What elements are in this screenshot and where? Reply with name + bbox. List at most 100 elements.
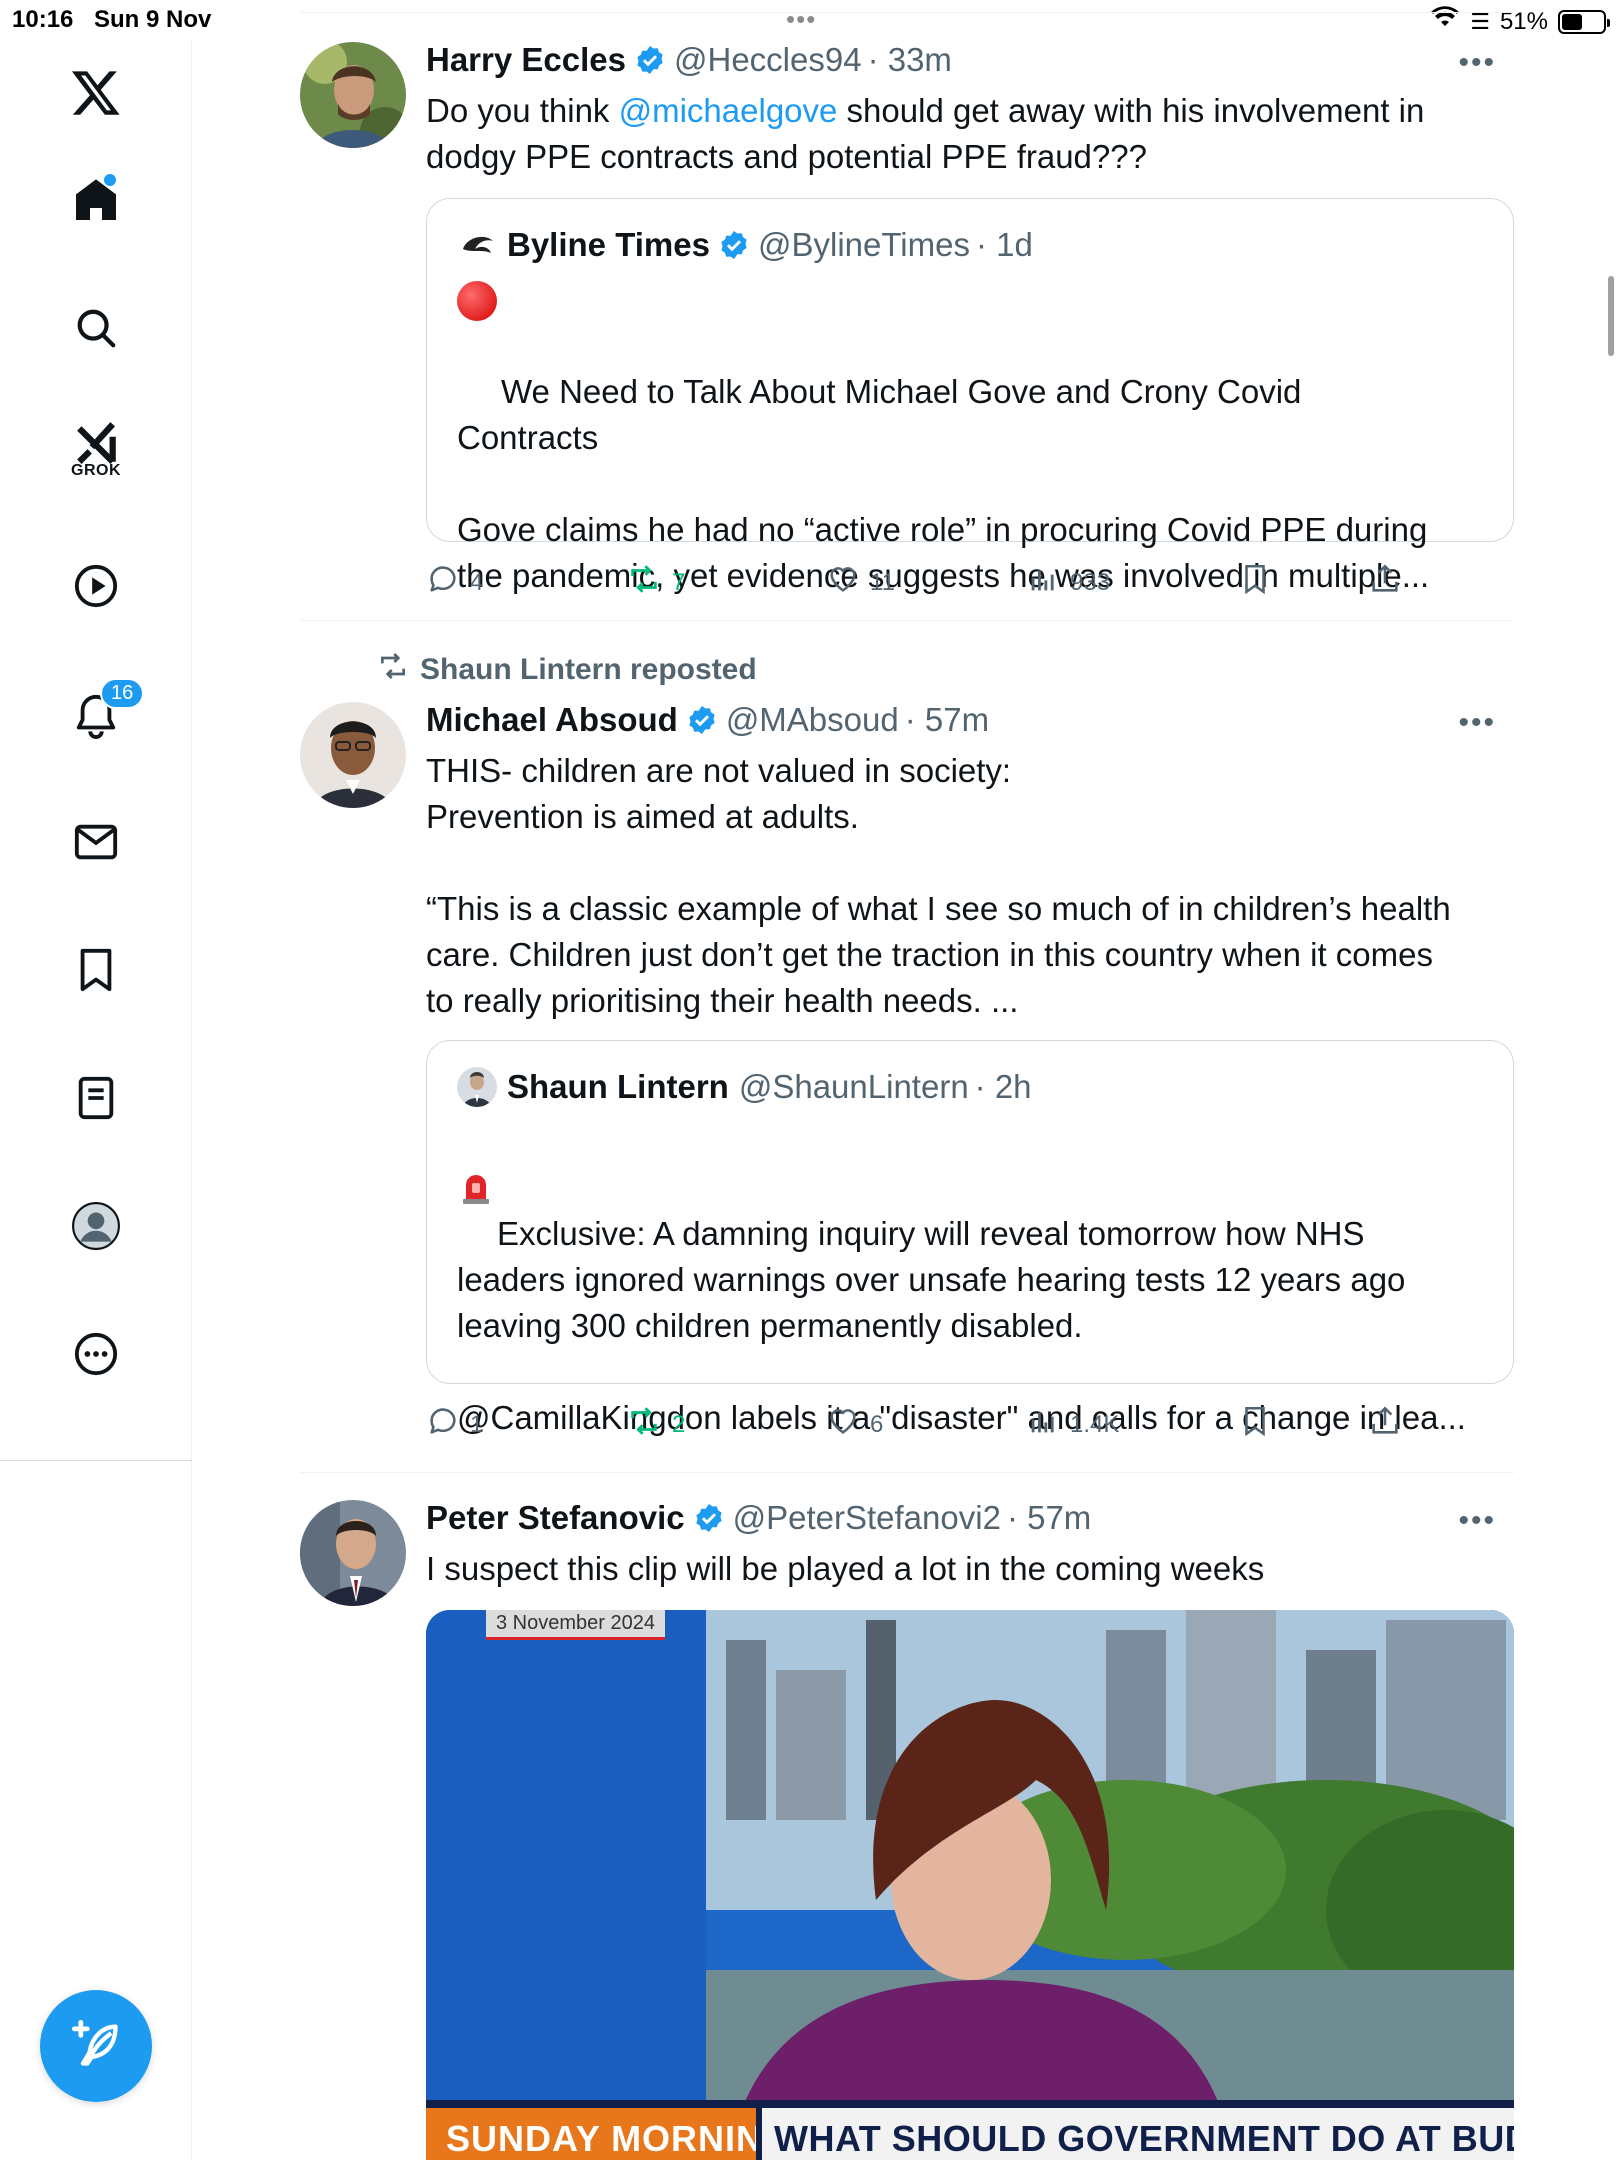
reply-icon bbox=[426, 1404, 460, 1445]
quoted-avatar bbox=[457, 225, 497, 265]
author-handle[interactable]: @PeterStefanovi2 bbox=[733, 1499, 1001, 1537]
sidebar-item-profile[interactable] bbox=[66, 1198, 126, 1258]
quoted-author-handle: @ShaunLintern bbox=[738, 1068, 969, 1105]
author-name[interactable]: Harry Eccles bbox=[426, 41, 626, 79]
more-options-icon[interactable]: ••• bbox=[1458, 1504, 1496, 1538]
repost-button[interactable]: 7 bbox=[626, 562, 685, 603]
tweet-text: THIS- children are not valued in society… bbox=[426, 752, 1451, 1019]
sidebar-item-messages[interactable] bbox=[66, 814, 126, 874]
repost-icon bbox=[626, 1404, 662, 1445]
tweet-video[interactable]: 3 November 2024 SUNDAY MORNING WHAT SHOU… bbox=[426, 1610, 1514, 2160]
tweet-header: Harry Eccles @Heccles94 · 33m bbox=[426, 40, 1514, 80]
quoted-tweet-time: · 2h bbox=[974, 1068, 1032, 1105]
avatar[interactable] bbox=[300, 702, 406, 808]
like-count: 6 bbox=[870, 1410, 884, 1438]
reply-count: 1 bbox=[470, 1410, 484, 1438]
bookmark-icon bbox=[1238, 562, 1272, 603]
home-unread-dot bbox=[104, 174, 116, 186]
status-bar: 10:16 Sun 9 Nov ••• ☰ 51% bbox=[0, 0, 1620, 40]
sidebar-item-lists[interactable] bbox=[66, 1070, 126, 1130]
bookmark-icon bbox=[1238, 1404, 1272, 1445]
avatar[interactable] bbox=[300, 42, 406, 148]
feed-divider bbox=[300, 620, 1514, 621]
reply-button[interactable]: 1 bbox=[426, 1404, 483, 1445]
quoted-tweet[interactable]: Shaun Lintern @ShaunLintern · 2h Exclusi… bbox=[426, 1040, 1514, 1436]
quoted-author-name: Shaun Lintern bbox=[507, 1068, 729, 1105]
quoted-tweet-time: · 1d bbox=[975, 226, 1033, 263]
multitasking-dots-icon[interactable]: ••• bbox=[786, 4, 816, 35]
verified-badge-icon bbox=[693, 1502, 725, 1534]
sidebar-item-video[interactable] bbox=[66, 558, 126, 618]
sidebar-item-notifications[interactable]: 16 bbox=[66, 678, 145, 748]
sidebar-item-search[interactable] bbox=[66, 300, 126, 360]
more-options-icon[interactable]: ••• bbox=[1458, 706, 1496, 740]
repost-button[interactable]: 2 bbox=[626, 1404, 685, 1445]
sidebar-item-grok[interactable]: GROK bbox=[66, 420, 126, 490]
search-icon bbox=[73, 305, 119, 356]
bookmark-button[interactable] bbox=[1238, 1404, 1272, 1445]
more-circle-icon bbox=[73, 1331, 119, 1382]
sidebar-item-bookmarks[interactable] bbox=[66, 942, 126, 1002]
view-count: 1.4K bbox=[1070, 1410, 1120, 1438]
like-count: 11 bbox=[870, 568, 895, 596]
x-logo-icon[interactable] bbox=[66, 62, 126, 122]
red-circle-icon bbox=[457, 281, 497, 321]
repost-count: 7 bbox=[672, 568, 686, 596]
analytics-bars-icon bbox=[1026, 1404, 1060, 1445]
author-name[interactable]: Michael Absoud bbox=[426, 701, 678, 739]
compose-feather-icon bbox=[70, 2018, 122, 2075]
share-icon bbox=[1368, 562, 1402, 603]
tweet-header: Peter Stefanovic @PeterStefanovi2 · 57m bbox=[426, 1498, 1514, 1538]
analytics-bars-icon bbox=[1026, 562, 1060, 603]
mention-link[interactable]: @michaelgove bbox=[619, 92, 838, 129]
repost-indicator[interactable]: Shaun Lintern reposted bbox=[376, 650, 757, 690]
bookmark-button[interactable] bbox=[1238, 562, 1272, 603]
envelope-icon bbox=[73, 819, 119, 870]
bookmark-icon bbox=[73, 947, 119, 998]
sidebar-item-more[interactable] bbox=[66, 1326, 126, 1386]
notification-count-badge: 16 bbox=[100, 678, 145, 709]
like-button[interactable]: 6 bbox=[826, 1404, 883, 1445]
tweet-time: · 57m bbox=[1006, 1499, 1092, 1536]
like-button[interactable]: 11 bbox=[826, 562, 895, 603]
siren-icon bbox=[461, 1125, 491, 1204]
scrollbar[interactable] bbox=[1608, 276, 1614, 356]
verified-badge-icon bbox=[634, 44, 666, 76]
view-count: 933 bbox=[1070, 568, 1111, 596]
share-button[interactable] bbox=[1368, 1404, 1402, 1445]
author-handle[interactable]: @MAbsoud bbox=[726, 701, 899, 739]
quoted-tweet[interactable]: Byline Times @BylineTimes · 1d We Need t… bbox=[426, 198, 1514, 594]
views-button[interactable]: 933 bbox=[1026, 562, 1110, 603]
wifi-icon bbox=[1430, 6, 1460, 37]
play-circle-icon bbox=[73, 563, 119, 614]
tweet-actions: 4 7 11 933 bbox=[426, 562, 1426, 602]
reply-button[interactable]: 4 bbox=[426, 562, 483, 603]
views-button[interactable]: 1.4K bbox=[1026, 1404, 1119, 1445]
tweet-header: Michael Absoud @MAbsoud · 57m bbox=[426, 700, 1514, 740]
reply-count: 4 bbox=[470, 568, 484, 596]
quoted-author-handle: @BylineTimes bbox=[757, 226, 970, 263]
list-icon bbox=[73, 1075, 119, 1126]
repost-count: 2 bbox=[672, 1410, 686, 1438]
heart-icon bbox=[826, 562, 860, 603]
sidebar-item-home[interactable] bbox=[66, 172, 126, 232]
more-options-icon[interactable]: ••• bbox=[1458, 46, 1496, 80]
share-icon bbox=[1368, 1404, 1402, 1445]
compose-post-button[interactable] bbox=[40, 1990, 152, 2102]
tweet-actions: 1 2 6 1.4K bbox=[426, 1404, 1426, 1444]
tweet-text: Do you think @michaelgove should get awa… bbox=[426, 88, 1514, 180]
author-handle[interactable]: @Heccles94 bbox=[674, 41, 862, 79]
tweet-time: · 57m bbox=[904, 701, 990, 738]
verified-badge-icon bbox=[718, 229, 750, 261]
heart-icon bbox=[826, 1404, 860, 1445]
tweet-time: · 33m bbox=[867, 41, 952, 78]
sidebar: GROK 16 bbox=[0, 40, 192, 2160]
author-name[interactable]: Peter Stefanovic bbox=[426, 1499, 685, 1537]
avatar[interactable] bbox=[300, 1500, 406, 1606]
tweet-text-part: Do you think bbox=[426, 92, 619, 129]
tweet-text: I suspect this clip will be played a lot… bbox=[426, 1550, 1265, 1587]
video-ticker-right: WHAT SHOULD GOVERNMENT DO AT BUDGET? bbox=[762, 2108, 1514, 2160]
share-button[interactable] bbox=[1368, 562, 1402, 603]
feed-divider bbox=[300, 12, 1514, 13]
status-time: 10:16 bbox=[12, 6, 74, 33]
